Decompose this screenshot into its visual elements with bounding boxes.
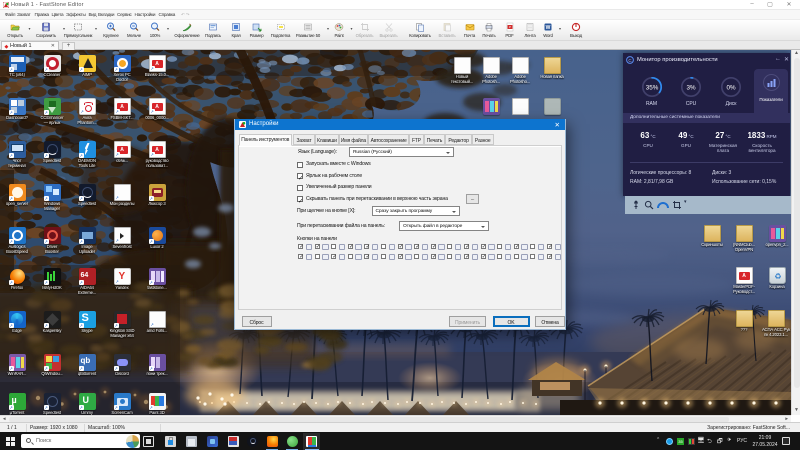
svg-text:3%: 3% — [686, 84, 696, 91]
svg-text:C: C — [628, 58, 632, 63]
svg-text:P: P — [508, 25, 510, 29]
svg-text:35%: 35% — [645, 84, 658, 91]
svg-text:W: W — [546, 25, 551, 31]
svg-text:0%: 0% — [726, 84, 736, 91]
